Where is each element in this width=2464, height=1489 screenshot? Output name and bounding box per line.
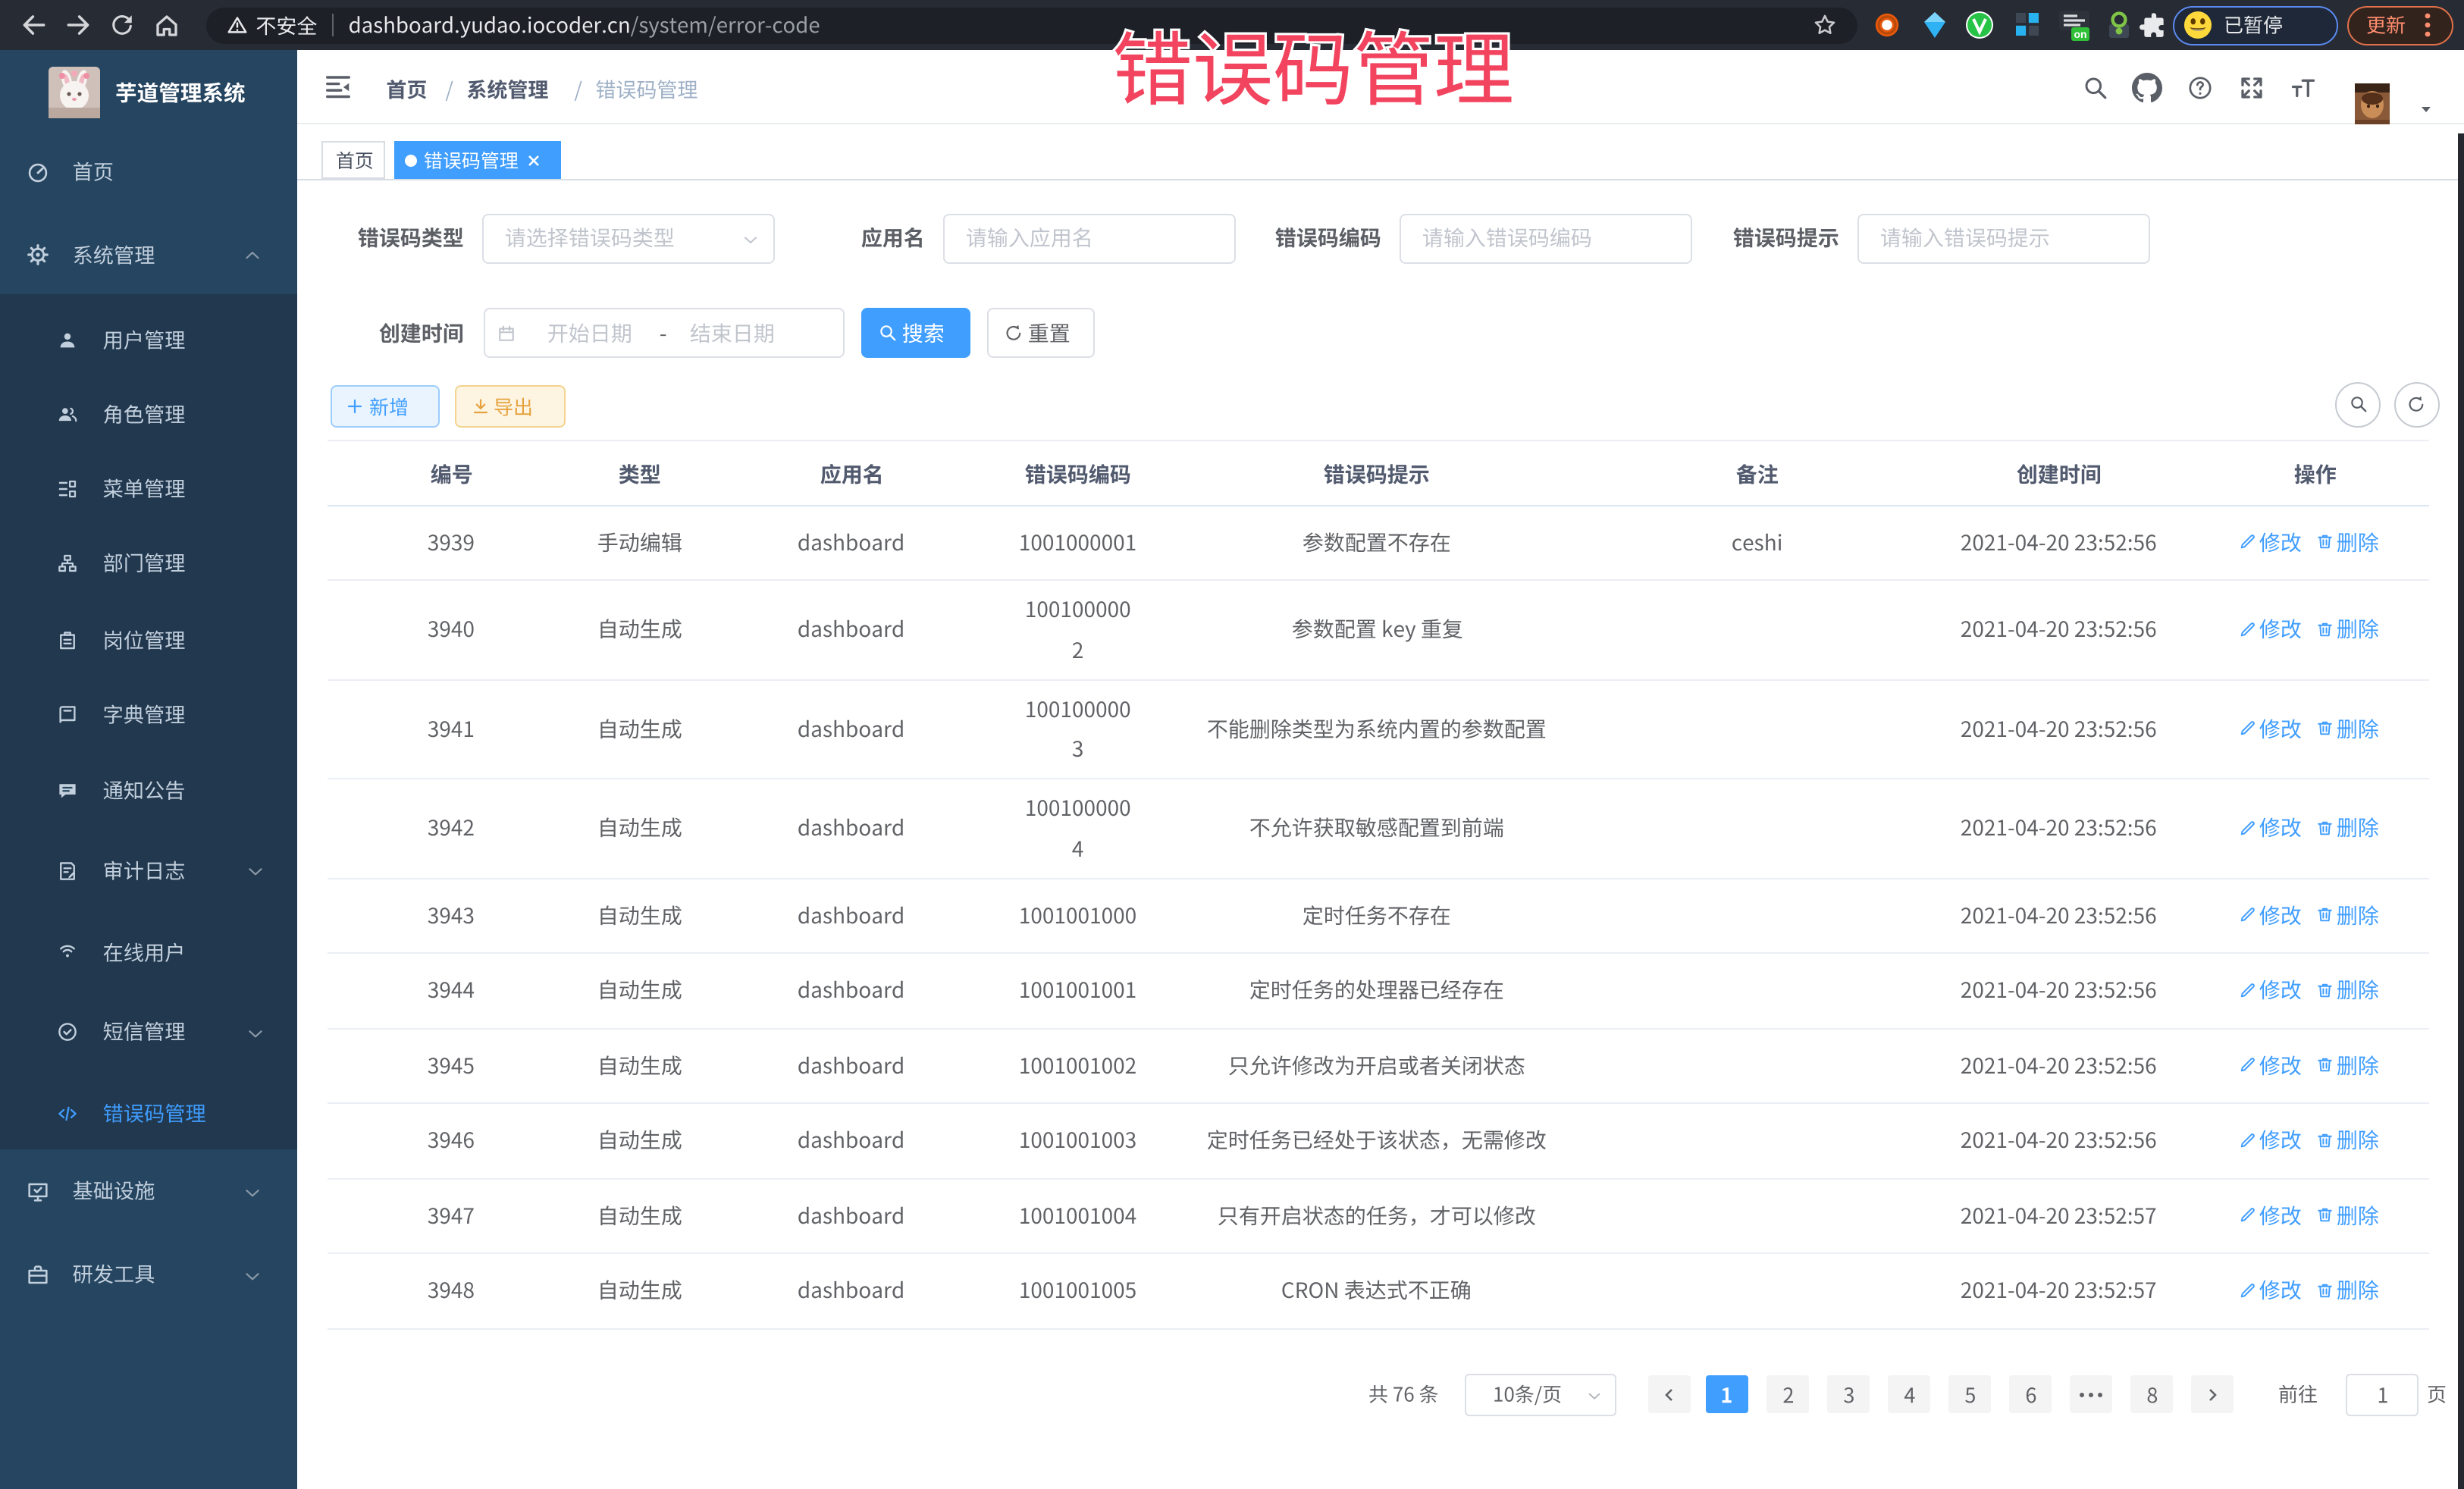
svg-text:on: on: [2074, 28, 2086, 40]
